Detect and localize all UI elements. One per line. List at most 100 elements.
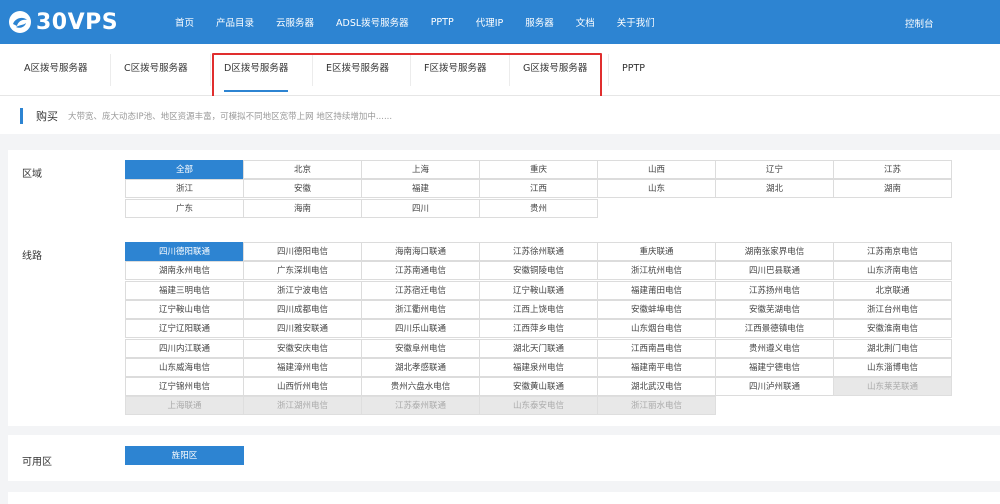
line-option[interactable]: 四川成都电信 <box>243 299 362 319</box>
zone-tab-bar: A区拨号服务器 C区拨号服务器 D区拨号服务器 E区拨号服务器 F区拨号服务器 G区拨号服… <box>0 44 1000 96</box>
line-option[interactable]: 浙江衢州电信 <box>361 299 480 319</box>
line-option[interactable]: 福建泉州电信 <box>479 357 598 377</box>
line-option[interactable]: 四川乐山联通 <box>361 319 480 339</box>
line-option[interactable]: 湖南张家界电信 <box>715 242 834 261</box>
region-option[interactable]: 福建 <box>361 179 480 199</box>
line-option[interactable]: 江苏南通电信 <box>361 261 480 281</box>
line-option[interactable]: 安徽铜陵电信 <box>479 261 598 281</box>
line-option[interactable]: 江西萍乡电信 <box>479 319 598 339</box>
region-option[interactable]: 广东 <box>125 198 244 218</box>
line-option[interactable]: 福建莆田电信 <box>597 280 716 300</box>
tab-item[interactable]: F区拨号服务器 <box>424 44 486 96</box>
line-option[interactable]: 湖北荆门电信 <box>833 338 952 358</box>
line-option[interactable]: 四川泸州联通 <box>715 377 834 397</box>
line-option[interactable]: 山西忻州电信 <box>243 377 362 397</box>
tab-item[interactable]: A区拨号服务器 <box>24 44 88 96</box>
line-option[interactable]: 福建南平电信 <box>597 357 716 377</box>
line-option[interactable]: 广东深圳电信 <box>243 261 362 281</box>
line-option[interactable]: 贵州遵义电信 <box>715 338 834 358</box>
tab-item[interactable]: D区拨号服务器 <box>224 44 289 96</box>
region-option[interactable]: 贵州 <box>479 198 598 218</box>
line-option[interactable]: 湖北天门联通 <box>479 338 598 358</box>
region-option[interactable]: 山西 <box>597 160 716 179</box>
zone-label: 可用区 <box>22 457 52 468</box>
line-option[interactable]: 辽宁辽阳联通 <box>125 319 244 339</box>
line-option[interactable]: 江苏扬州电信 <box>715 280 834 300</box>
line-option[interactable]: 海南海口联通 <box>361 242 480 261</box>
region-option[interactable]: 重庆 <box>479 160 598 179</box>
tab-divider <box>312 54 313 86</box>
line-option[interactable]: 安徽芜湖电信 <box>715 299 834 319</box>
tab-item[interactable]: PPTP <box>622 44 645 96</box>
line-option[interactable]: 辽宁鞍山电信 <box>125 299 244 319</box>
region-option[interactable]: 山东 <box>597 179 716 199</box>
line-option[interactable]: 四川雅安联通 <box>243 319 362 339</box>
line-option[interactable]: 安徽安庆电信 <box>243 338 362 358</box>
nav-item[interactable]: 首页 <box>175 15 194 29</box>
line-option[interactable]: 安徽淮南电信 <box>833 319 952 339</box>
region-option[interactable]: 湖北 <box>715 179 834 199</box>
nav-item[interactable]: 关于我们 <box>617 15 655 29</box>
line-option[interactable]: 江西上饶电信 <box>479 299 598 319</box>
region-option[interactable]: 上海 <box>361 160 480 179</box>
line-option[interactable]: 山东济南电信 <box>833 261 952 281</box>
line-option[interactable]: 山东淄博电信 <box>833 357 952 377</box>
tab-item[interactable]: E区拨号服务器 <box>326 44 389 96</box>
brand-logo[interactable]: 30VPS <box>8 9 118 35</box>
region-option[interactable]: 四川 <box>361 198 480 218</box>
top-navbar: 30VPS 首页 产品目录 云服务器 ADSL拨号服务器 PPTP 代理IP 服务器 文档 关于… <box>0 0 1000 44</box>
line-label: 线路 <box>22 251 42 262</box>
line-option[interactable]: 湖南永州电信 <box>125 261 244 281</box>
line-option[interactable]: 江苏宿迁电信 <box>361 280 480 300</box>
region-option[interactable]: 海南 <box>243 198 362 218</box>
nav-item[interactable]: 云服务器 <box>276 15 314 29</box>
line-option[interactable]: 辽宁鞍山联通 <box>479 280 598 300</box>
line-option[interactable]: 江苏南京电信 <box>833 242 952 261</box>
nav-item[interactable]: 服务器 <box>525 15 554 29</box>
console-link[interactable]: 控制台 <box>905 16 934 30</box>
line-option[interactable]: 江西南昌电信 <box>597 338 716 358</box>
nav-item[interactable]: 文档 <box>576 15 595 29</box>
line-option[interactable]: 安徽黄山联通 <box>479 377 598 397</box>
line-option[interactable]: 福建漳州电信 <box>243 357 362 377</box>
line-option[interactable]: 四川巴县联通 <box>715 261 834 281</box>
nav-item[interactable]: 产品目录 <box>216 15 254 29</box>
region-option[interactable]: 浙江 <box>125 179 244 199</box>
nav-item[interactable]: PPTP <box>431 17 454 28</box>
line-option[interactable]: 安徽蚌埠电信 <box>597 299 716 319</box>
line-option[interactable]: 福建宁德电信 <box>715 357 834 377</box>
region-option[interactable]: 北京 <box>243 160 362 179</box>
zone-option[interactable]: 旌阳区 <box>125 446 244 465</box>
nav-item[interactable]: 代理IP <box>476 15 504 29</box>
tab-item[interactable]: C区拨号服务器 <box>124 44 188 96</box>
tab-item[interactable]: G区拨号服务器 <box>523 44 587 96</box>
line-option[interactable]: 安徽阜州电信 <box>361 338 480 358</box>
region-option[interactable]: 江苏 <box>833 160 952 179</box>
line-option[interactable]: 重庆联通 <box>597 242 716 261</box>
nav-item[interactable]: ADSL拨号服务器 <box>336 15 409 29</box>
line-option[interactable]: 贵州六盘水电信 <box>361 377 480 397</box>
line-option[interactable]: 山东威海电信 <box>125 357 244 377</box>
line-option[interactable]: 北京联通 <box>833 280 952 300</box>
line-option: 山东莱芜联通 <box>833 377 952 397</box>
line-option[interactable]: 江苏徐州联通 <box>479 242 598 261</box>
line-option[interactable]: 福建三明电信 <box>125 280 244 300</box>
line-option[interactable]: 山东烟台电信 <box>597 319 716 339</box>
line-option[interactable]: 浙江宁波电信 <box>243 280 362 300</box>
line-option[interactable]: 四川内江联通 <box>125 338 244 358</box>
line-option[interactable]: 湖北孝感联通 <box>361 357 480 377</box>
next-panel <box>8 492 1000 504</box>
line-option[interactable]: 浙江杭州电信 <box>597 261 716 281</box>
region-option[interactable]: 湖南 <box>833 179 952 199</box>
region-option[interactable]: 辽宁 <box>715 160 834 179</box>
line-option[interactable]: 湖北武汉电信 <box>597 377 716 397</box>
buy-accent-bar <box>20 108 23 124</box>
line-option[interactable]: 浙江台州电信 <box>833 299 952 319</box>
region-option[interactable]: 安徽 <box>243 179 362 199</box>
line-option[interactable]: 四川德阳电信 <box>243 242 362 261</box>
line-option[interactable]: 四川德阳联通 <box>125 242 244 261</box>
line-option[interactable]: 辽宁锦州电信 <box>125 377 244 397</box>
region-option[interactable]: 全部 <box>125 160 244 179</box>
region-option[interactable]: 江西 <box>479 179 598 199</box>
line-option[interactable]: 江西景德镇电信 <box>715 319 834 339</box>
